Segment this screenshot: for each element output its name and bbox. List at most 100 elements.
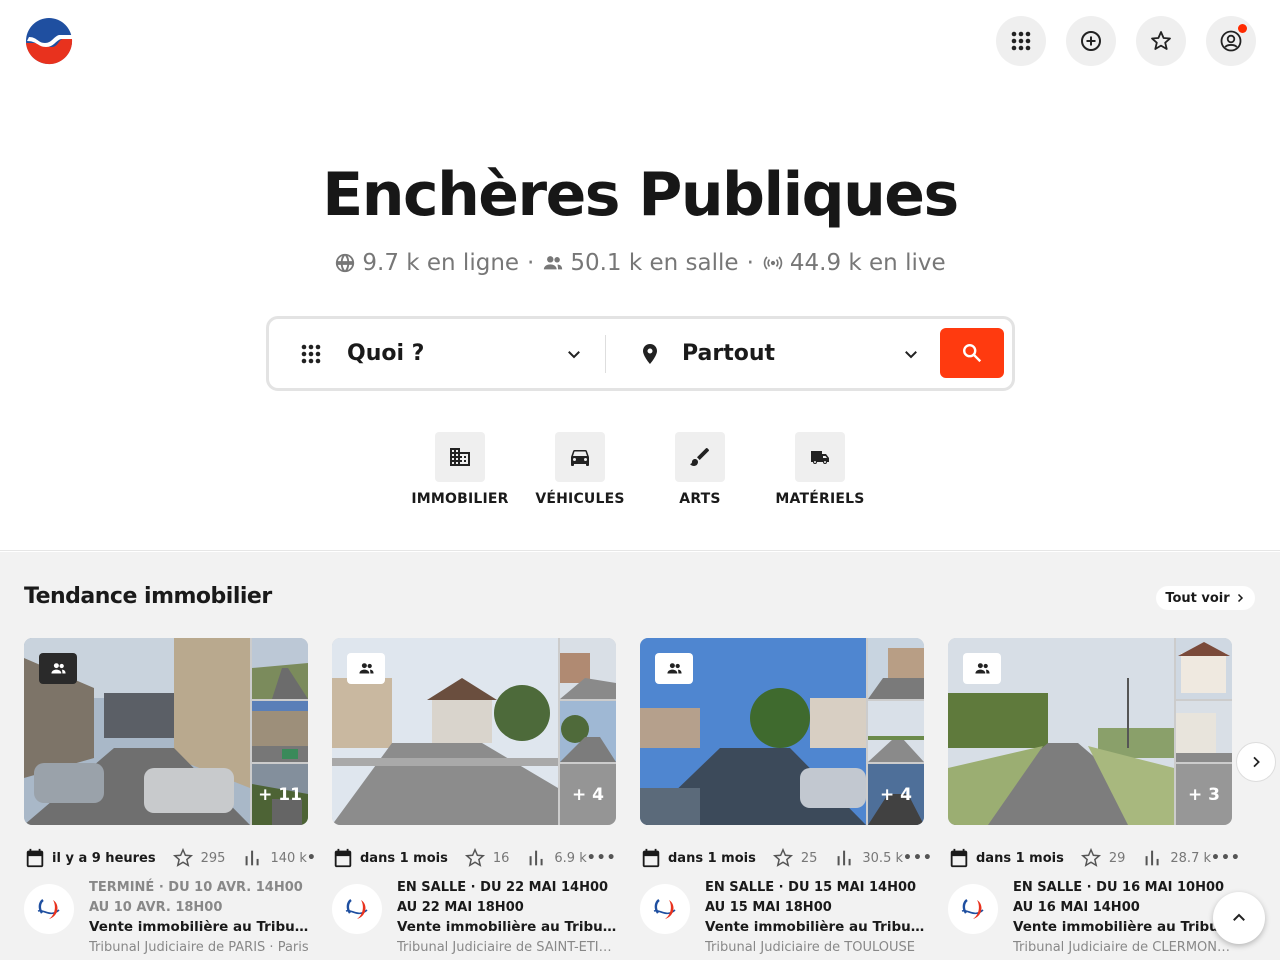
- auction-title[interactable]: Vente immobilière au Tribunal Judiciaire…: [89, 918, 311, 936]
- category-icon-box: [555, 432, 605, 482]
- tribunal-logo-icon: [345, 899, 368, 919]
- what-value: Quoi ?: [347, 341, 425, 366]
- auction-card[interactable]: + 3 dans 1 mois 29 28.7 k ••• EN SALLE ·…: [948, 638, 1240, 955]
- stats-separator: ·: [527, 250, 535, 276]
- auction-card[interactable]: + 4 dans 1 mois 25 30.5 k ••• EN SALLE ·…: [640, 638, 932, 955]
- live-count: 44.9 k en live: [789, 250, 946, 276]
- auction-status: EN SALLE · DU 16 MAI 10H00 AU 16 MAI 14H…: [1013, 880, 1225, 915]
- search-bar: Quoi ? Partout: [266, 316, 1015, 391]
- more-options-icon[interactable]: •••: [587, 850, 617, 866]
- page-title: Enchères Publiques: [322, 160, 959, 230]
- category-label: MATÉRIELS: [775, 491, 865, 507]
- people-icon: [544, 256, 563, 270]
- live-stats: 9.7 k en ligne · 50.1 k en salle · 44.9 …: [0, 250, 1280, 276]
- category-icon-box: [795, 432, 845, 482]
- favorite-star-icon[interactable]: [772, 847, 794, 869]
- in-room-badge: [39, 653, 77, 684]
- scroll-to-top-button[interactable]: [1213, 892, 1265, 944]
- auction-date: dans 1 mois: [668, 850, 756, 866]
- category-arts[interactable]: ARTS: [640, 432, 760, 507]
- favorite-star-icon[interactable]: [172, 847, 194, 869]
- stats-separator: ·: [746, 250, 754, 276]
- category-label: ARTS: [679, 491, 721, 507]
- category-immobilier[interactable]: IMMOBILIER: [400, 432, 520, 507]
- more-photos-count: + 4: [560, 764, 616, 825]
- section-title: Tendance immobilier: [24, 584, 272, 609]
- in-room-badge: [963, 653, 1001, 684]
- property-thumbnail: [252, 701, 308, 762]
- category-materiels[interactable]: MATÉRIELS: [760, 432, 880, 507]
- organizer-avatar[interactable]: [24, 884, 74, 934]
- auction-location: Tribunal Judiciaire de TOULOUSE: [705, 940, 915, 955]
- auction-title[interactable]: Vente immobilière au Tribunal Judiciaire…: [1013, 918, 1235, 936]
- category-icon-box: [675, 432, 725, 482]
- organizer-avatar[interactable]: [948, 884, 998, 934]
- favorite-star-icon[interactable]: [464, 847, 486, 869]
- auction-title[interactable]: Vente immobilière au Tribunal Judiciaire…: [397, 918, 619, 936]
- card-info: EN SALLE · DU 22 MAI 14H00 AU 22 MAI 18H…: [397, 878, 619, 960]
- calendar-icon: [642, 848, 660, 868]
- people-icon: [358, 663, 374, 674]
- what-select[interactable]: Quoi ?: [299, 319, 589, 388]
- calendar-icon: [26, 848, 44, 868]
- property-thumbnail: [868, 701, 924, 762]
- add-button[interactable]: [1066, 16, 1116, 66]
- hero-section: Enchères Publiques 9.7 k en ligne · 50.1…: [0, 0, 1280, 551]
- more-options-icon[interactable]: •••: [903, 850, 933, 866]
- site-logo[interactable]: [25, 17, 73, 65]
- card-meta: dans 1 mois 25 30.5 k •••: [640, 846, 932, 870]
- card-meta: dans 1 mois 16 6.9 k •••: [332, 846, 616, 870]
- brush-icon: [690, 448, 709, 466]
- favorites-count: 295: [200, 850, 226, 866]
- chevron-down-icon: [905, 350, 917, 358]
- search-button[interactable]: [940, 328, 1004, 378]
- where-value: Partout: [682, 341, 776, 366]
- building-icon: [450, 448, 470, 466]
- organizer-avatar[interactable]: [332, 884, 382, 934]
- photo-gallery[interactable]: + 4: [332, 638, 616, 825]
- see-all-button[interactable]: Tout voir: [1156, 586, 1255, 610]
- property-thumbnail: [868, 638, 924, 699]
- in-room-badge: [347, 653, 385, 684]
- auction-date: dans 1 mois: [360, 850, 448, 866]
- favorites-count: 25: [800, 850, 818, 866]
- more-options-icon[interactable]: •: [307, 850, 317, 866]
- notification-dot: [1238, 24, 1247, 33]
- auction-location: Tribunal Judiciaire de PARIS · Paris: [89, 940, 309, 955]
- more-options-icon[interactable]: •••: [1211, 850, 1241, 866]
- organizer-avatar[interactable]: [640, 884, 690, 934]
- auction-status: TERMINÉ · DU 10 AVR. 14H00 AU 10 AVR. 18…: [89, 880, 303, 915]
- auction-card[interactable]: + 11 il y a 9 heures 295 140 k • TERMINÉ…: [24, 638, 316, 955]
- in-room-count: 50.1 k en salle: [570, 250, 739, 276]
- views-count: 140 k: [270, 850, 307, 866]
- account-button[interactable]: [1206, 16, 1256, 66]
- chevron-right-icon: [1253, 756, 1260, 768]
- apps-button[interactable]: [996, 16, 1046, 66]
- where-select[interactable]: Partout: [638, 319, 928, 388]
- star-icon: [1151, 31, 1171, 50]
- photo-gallery[interactable]: + 11: [24, 638, 308, 825]
- auction-date: dans 1 mois: [976, 850, 1064, 866]
- property-thumbnail: [252, 638, 308, 699]
- apps-icon: [1011, 31, 1031, 51]
- views-count: 30.5 k: [862, 850, 903, 866]
- people-icon: [50, 663, 66, 674]
- car-icon: [571, 450, 589, 466]
- carousel-next-button[interactable]: [1236, 742, 1276, 782]
- trending-section: Tendance immobilier Tout voir + 11 il y …: [0, 552, 1280, 960]
- favorites-button[interactable]: [1136, 16, 1186, 66]
- photo-gallery[interactable]: + 4: [640, 638, 924, 825]
- favorite-star-icon[interactable]: [1080, 847, 1102, 869]
- category-vehicules[interactable]: VÉHICULES: [520, 432, 640, 507]
- account-icon: [1220, 30, 1242, 52]
- auction-title[interactable]: Vente immobilière au Tribunal Judiciaire…: [705, 918, 927, 936]
- auction-date: il y a 9 heures: [52, 850, 156, 866]
- auction-card[interactable]: + 4 dans 1 mois 16 6.9 k ••• EN SALLE · …: [332, 638, 619, 955]
- calendar-icon: [334, 848, 352, 868]
- tribunal-logo-icon: [37, 899, 60, 919]
- chevron-right-icon: [1237, 593, 1243, 603]
- chevron-down-icon: [568, 350, 580, 358]
- photo-gallery[interactable]: + 3: [948, 638, 1232, 825]
- views-count: 6.9 k: [554, 850, 587, 866]
- views-bars-icon: [837, 850, 851, 866]
